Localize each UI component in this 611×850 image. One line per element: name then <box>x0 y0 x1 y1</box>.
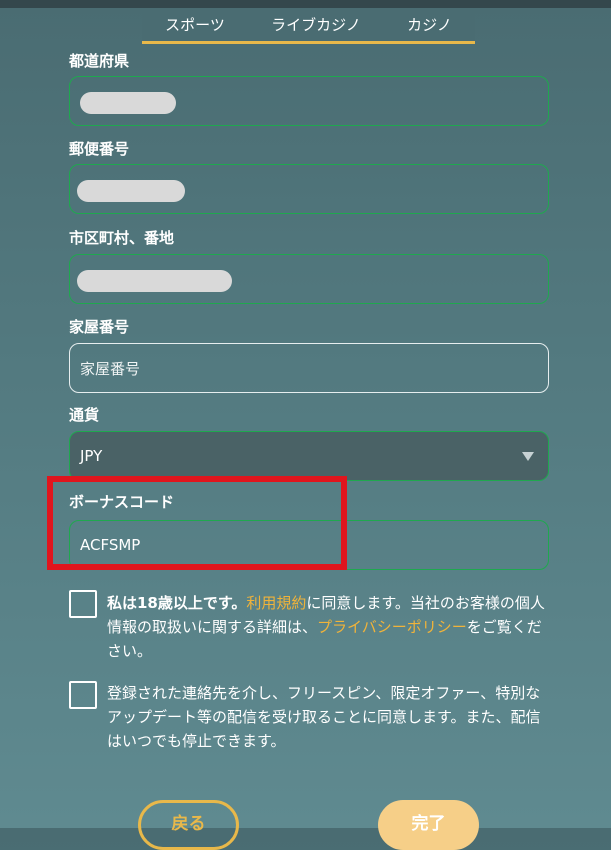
tab-live-casino[interactable]: ライブカジノ <box>271 14 361 41</box>
house-number-label: 家屋番号 <box>69 318 130 336</box>
currency-value: JPY <box>80 447 103 465</box>
age-consent-text: 私は18歳以上です。利用規約に同意します。当社のお客様の個人情報の取扱いに関する… <box>107 591 552 663</box>
currency-label: 通貨 <box>69 406 100 424</box>
back-button[interactable]: 戻る <box>138 800 239 850</box>
postal-code-label: 郵便番号 <box>69 140 130 158</box>
redacted-value <box>80 92 176 114</box>
caret-down-icon <box>522 452 534 461</box>
redacted-value <box>77 180 185 202</box>
prefecture-label: 都道府県 <box>69 52 130 70</box>
terms-link[interactable]: 利用規約 <box>246 594 306 612</box>
done-button[interactable]: 完了 <box>378 800 479 850</box>
currency-select[interactable]: JPY <box>69 431 549 481</box>
redacted-value <box>77 270 232 292</box>
marketing-consent-text: 登録された連絡先を介し、フリースピン、限定オファー、特別なアップデート等の配信を… <box>107 684 541 750</box>
house-number-input[interactable]: 家屋番号 <box>69 343 549 393</box>
age-statement: 私は18歳以上です。 <box>107 594 247 612</box>
tab-casino[interactable]: カジノ <box>407 14 452 41</box>
top-bar <box>0 0 611 8</box>
tab-sports[interactable]: スポーツ <box>165 14 225 41</box>
red-highlight-box <box>47 476 347 570</box>
house-number-placeholder: 家屋番号 <box>80 359 141 378</box>
tab-bar: スポーツ ライブカジノ カジノ <box>142 14 475 44</box>
prefecture-field[interactable] <box>69 76 549 126</box>
privacy-policy-link[interactable]: プライバシーポリシー <box>317 618 467 636</box>
age-consent-checkbox[interactable] <box>69 590 97 618</box>
marketing-consent-checkbox[interactable] <box>69 681 97 709</box>
city-field[interactable] <box>69 254 549 304</box>
postal-code-field[interactable] <box>69 164 549 214</box>
city-label: 市区町村、番地 <box>69 229 175 247</box>
